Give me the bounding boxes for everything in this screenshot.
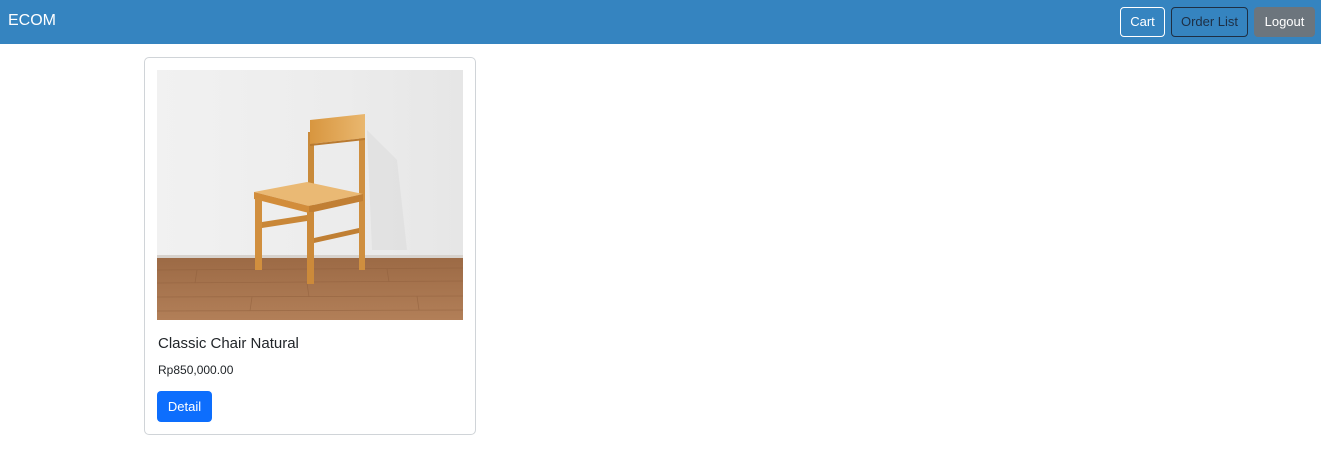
product-price: Rp850,000.00 [158,363,234,377]
product-card: Classic Chair Natural Rp850,000.00 Detai… [144,57,476,435]
product-image [157,70,463,320]
logout-button[interactable]: Logout [1254,7,1315,37]
detail-button[interactable]: Detail [157,391,212,422]
brand-link[interactable]: ECOM [8,11,56,31]
top-navbar: ECOM Cart Order List Logout [0,0,1321,44]
product-title: Classic Chair Natural [158,335,299,352]
cart-button[interactable]: Cart [1120,7,1165,37]
order-list-button[interactable]: Order List [1171,7,1248,37]
